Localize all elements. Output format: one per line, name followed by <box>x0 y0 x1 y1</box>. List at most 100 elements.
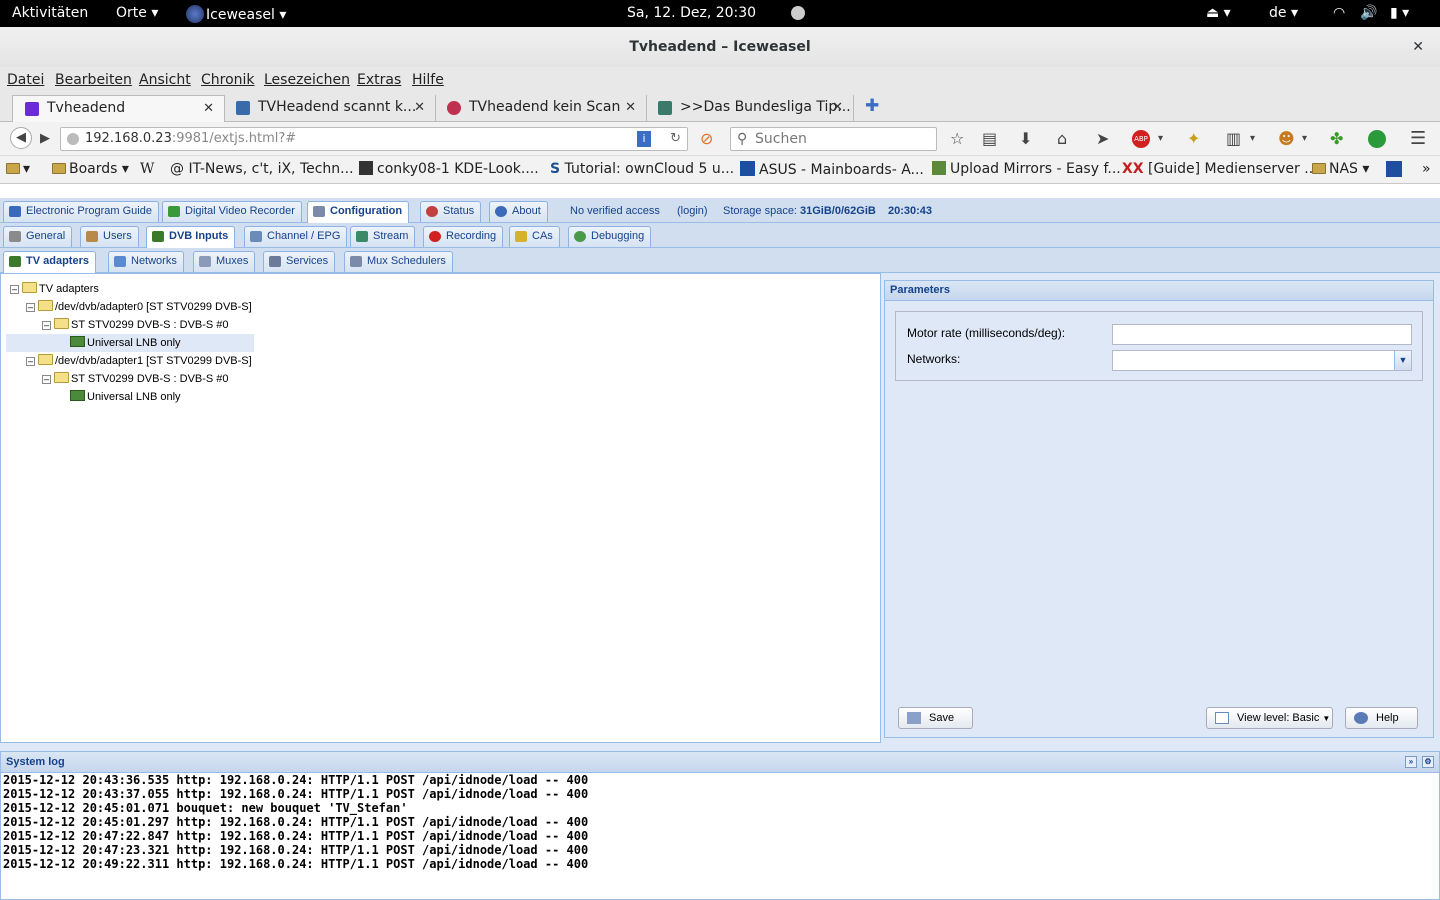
tab-muxes[interactable]: Muxes <box>193 251 256 272</box>
tab-services[interactable]: Services <box>263 251 336 272</box>
close-tab-icon[interactable]: ✕ <box>203 96 214 121</box>
view-level-button[interactable]: View level: Basic ▼ <box>1206 707 1333 729</box>
menu-hilfe[interactable]: Hilfe <box>412 72 444 88</box>
close-tab-icon[interactable]: ✕ <box>414 95 425 120</box>
reload-icon[interactable]: ↻ <box>670 128 681 150</box>
tree-node-adapter1[interactable]: – /dev/dvb/adapter1 [ST STV0299 DVB-S] <box>26 352 252 370</box>
bookmark-upload-mirrors[interactable]: Upload Mirrors - Easy f... <box>932 161 1121 177</box>
app-menu[interactable]: Iceweasel ▾ <box>186 5 286 23</box>
browser-tab-tvheadend[interactable]: Tvheadend ✕ <box>12 95 225 122</box>
search-input[interactable]: ⚲ Suchen <box>730 127 937 151</box>
url-bar[interactable]: 192.168.0.23:9981/extjs.html?# i ↻ <box>60 127 688 151</box>
bookmark-asus[interactable]: ASUS - Mainboards- A... <box>740 161 924 178</box>
tab-about[interactable]: About <box>489 201 548 222</box>
tab-epg[interactable]: Electronic Program Guide <box>3 201 159 222</box>
greasemonkey-icon[interactable]: ☻ <box>1278 130 1295 148</box>
send-icon[interactable]: ➤ <box>1096 130 1109 148</box>
networks-combo[interactable]: ▼ <box>1112 350 1412 371</box>
back-icon[interactable]: ◀ <box>10 127 32 149</box>
motor-rate-input[interactable] <box>1112 324 1412 345</box>
bookmark-star-icon[interactable]: ☆ <box>950 130 964 148</box>
bookmarks-menu-button[interactable]: ▾ <box>6 161 30 177</box>
browser-tab-2[interactable]: TVHeadend scannt k... ✕ <box>224 95 436 122</box>
places-menu[interactable]: Orte ▾ <box>116 5 158 21</box>
greasemonkey-dropdown-icon[interactable]: ▾ <box>1302 130 1307 148</box>
collapse-icon[interactable]: – <box>26 357 35 366</box>
puzzle-icon[interactable]: ✤ <box>1330 130 1343 148</box>
collapse-icon[interactable]: – <box>42 321 51 330</box>
bookmark-extra-icon[interactable] <box>1386 161 1402 177</box>
clipboard-icon[interactable]: ▥ <box>1226 130 1241 148</box>
notification-dot-icon[interactable] <box>791 6 805 20</box>
tab-tv-adapters[interactable]: TV adapters <box>3 251 96 273</box>
tab-users[interactable]: Users <box>80 226 139 247</box>
menu-extras[interactable]: Extras <box>357 72 401 88</box>
tab-status[interactable]: Status <box>420 201 482 222</box>
tab-general[interactable]: General <box>3 226 73 247</box>
adblock-icon[interactable]: ABP <box>1132 130 1150 148</box>
forward-icon[interactable]: ▶ <box>40 130 50 148</box>
activities-button[interactable]: Aktivitäten <box>12 5 88 21</box>
menu-lesezeichen[interactable]: Lesezeichen <box>264 72 350 88</box>
tab-dvb-inputs[interactable]: DVB Inputs <box>146 226 236 248</box>
battery-icon[interactable]: ▮ ▾ <box>1390 5 1409 21</box>
site-identity-icon[interactable] <box>67 133 79 145</box>
wifi-icon[interactable]: ◠ <box>1333 5 1345 21</box>
clipboard-dropdown-icon[interactable]: ▾ <box>1250 130 1255 148</box>
browser-tab-4[interactable]: >>Das Bundesliga Tip... ✕ <box>646 95 854 122</box>
save-button[interactable]: Save <box>898 707 973 729</box>
login-link[interactable]: (login) <box>677 205 708 217</box>
tab-mux-schedulers[interactable]: Mux Schedulers <box>344 251 453 272</box>
tab-configuration[interactable]: Configuration <box>307 201 410 223</box>
reading-list-icon[interactable]: ▤ <box>982 130 997 148</box>
tab-cas[interactable]: CAs <box>509 226 560 247</box>
bookmark-kde-look[interactable]: conky08-1 KDE-Look.... <box>359 161 539 177</box>
chevron-down-icon[interactable]: ▼ <box>1394 351 1411 370</box>
bookmark-nas[interactable]: NAS ▾ <box>1312 161 1369 177</box>
eject-icon[interactable]: ⏏ ▾ <box>1206 5 1231 21</box>
tree-node-lnb1[interactable]: Universal LNB only <box>70 388 181 406</box>
ublock-icon[interactable] <box>1368 130 1386 148</box>
more-bookmarks-icon[interactable]: » <box>1422 161 1431 177</box>
close-tab-icon[interactable]: ✕ <box>832 95 843 120</box>
close-tab-icon[interactable]: ✕ <box>625 95 636 120</box>
collapse-icon[interactable]: – <box>10 285 19 294</box>
tree-node-lnb0[interactable]: Universal LNB only <box>6 334 254 352</box>
bookmark-boards[interactable]: Boards ▾ <box>52 161 129 177</box>
menu-chronik[interactable]: Chronik <box>201 72 255 88</box>
bookmark-medienserver[interactable]: XX [Guide] Medienserver ... <box>1122 161 1318 177</box>
menu-bearbeiten[interactable]: Bearbeiten <box>55 72 132 88</box>
new-tab-icon[interactable]: ✚ <box>865 96 879 116</box>
tree-node-frontend0[interactable]: – ST STV0299 DVB-S : DVB-S #0 <box>42 316 229 334</box>
bookmark-heise[interactable]: @ IT-News, c't, iX, Techn... <box>170 161 354 177</box>
browser-tab-3[interactable]: TVheadend kein Scan ✕ <box>435 95 647 122</box>
home-icon[interactable]: ⌂ <box>1057 130 1067 148</box>
adblock-dropdown-icon[interactable]: ▾ <box>1158 130 1163 148</box>
collapse-icon[interactable]: – <box>42 375 51 384</box>
keyboard-layout[interactable]: de ▾ <box>1269 5 1298 21</box>
blocker-icon[interactable]: ⊘ <box>700 130 713 148</box>
tree-node-adapter0[interactable]: – /dev/dvb/adapter0 [ST STV0299 DVB-S] <box>26 298 252 316</box>
tab-dvr[interactable]: Digital Video Recorder <box>162 201 302 222</box>
tab-recording[interactable]: Recording <box>423 226 504 247</box>
volume-icon[interactable]: 🔊 <box>1360 5 1377 21</box>
menu-datei[interactable]: Datei <box>7 72 44 88</box>
tab-stream[interactable]: Stream <box>350 226 416 247</box>
collapse-panel-icon[interactable]: » <box>1405 756 1417 768</box>
tree-node-frontend1[interactable]: – ST STV0299 DVB-S : DVB-S #0 <box>42 370 229 388</box>
clock[interactable]: Sa, 12. Dez, 20:30 <box>627 5 756 21</box>
tab-channel-epg[interactable]: Channel / EPG <box>244 226 348 247</box>
hamburger-menu-icon[interactable]: ☰ <box>1410 130 1426 148</box>
extension-icon[interactable]: ✦ <box>1187 130 1200 148</box>
tab-debugging[interactable]: Debugging <box>568 226 652 247</box>
tab-networks[interactable]: Networks <box>108 251 184 272</box>
download-icon[interactable]: ⬇ <box>1019 130 1032 148</box>
close-window-icon[interactable]: ✕ <box>1412 27 1424 67</box>
bookmark-wikipedia[interactable]: W <box>140 161 154 177</box>
collapse-icon[interactable]: – <box>26 303 35 312</box>
tree-node-root[interactable]: – TV adapters <box>10 280 99 298</box>
menu-ansicht[interactable]: Ansicht <box>139 72 191 88</box>
gear-icon[interactable]: ⚙ <box>1422 756 1434 768</box>
bookmark-owncloud[interactable]: S Tutorial: ownCloud 5 u... <box>550 161 734 177</box>
info-icon[interactable]: i <box>637 131 651 147</box>
